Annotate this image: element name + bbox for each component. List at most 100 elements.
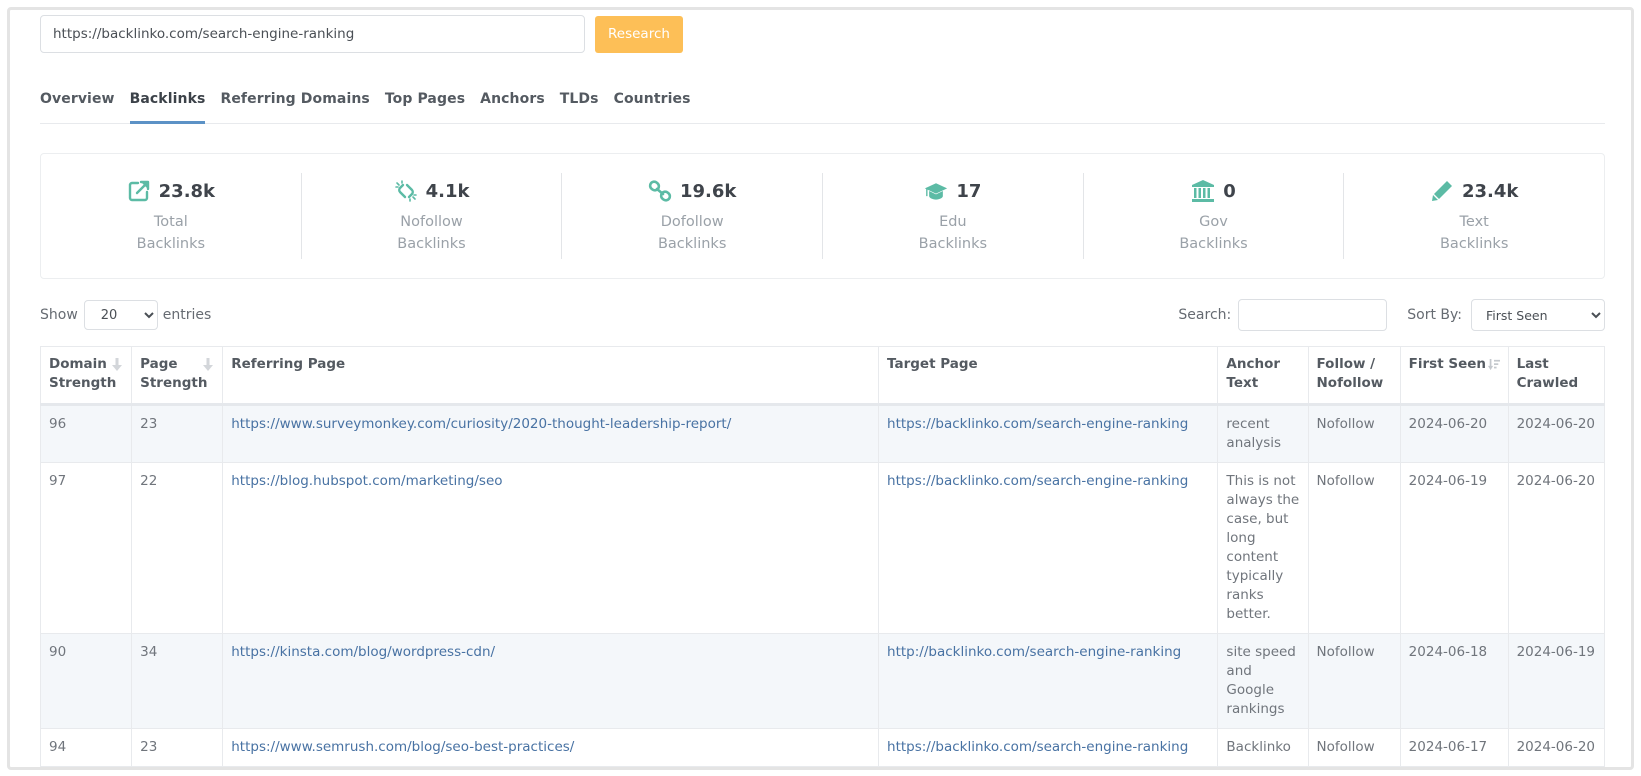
sort-descending-icon[interactable] xyxy=(1487,358,1500,372)
referring-page-link[interactable]: https://kinsta.com/blog/wordpress-cdn/ xyxy=(231,644,495,660)
first-seen-cell: 2024-06-19 xyxy=(1399,462,1509,634)
target-page-cell: https://backlinko.com/search-engine-rank… xyxy=(878,404,1219,463)
follow-cell: Nofollow xyxy=(1307,633,1401,729)
first-seen-cell: 2024-06-17 xyxy=(1399,728,1509,767)
show-label: Show xyxy=(40,307,78,323)
research-button[interactable]: Research xyxy=(595,15,683,53)
backlink-stats-card: 23.8k Total Backlinks 4.1k Nofollow Back… xyxy=(40,153,1605,279)
last-crawled-cell: 2024-06-19 xyxy=(1507,633,1606,729)
referring-page-link[interactable]: https://blog.hubspot.com/marketing/seo xyxy=(231,473,502,489)
target-page-cell: https://backlinko.com/search-engine-rank… xyxy=(878,728,1219,767)
target-page-link[interactable]: http://backlinko.com/search-engine-ranki… xyxy=(887,644,1181,660)
sort-by-select[interactable]: First Seen xyxy=(1471,299,1605,331)
backlinks-panel: Research Overview Backlinks Referring Do… xyxy=(39,14,1606,767)
last-crawled-cell: 2024-06-20 xyxy=(1507,728,1606,767)
anchor-text-cell: This is not always the case, but long co… xyxy=(1217,462,1309,634)
referring-page-cell: https://www.surveymonkey.com/curiosity/2… xyxy=(222,404,880,463)
anchor-text-cell: site speed and Google rankings xyxy=(1217,633,1309,729)
stat-label: Dofollow Backlinks xyxy=(657,214,727,252)
stat-label: Total Backlinks xyxy=(136,214,206,252)
first-seen-cell: 2024-06-20 xyxy=(1399,404,1509,463)
sort-arrow-down-icon[interactable] xyxy=(202,358,214,372)
government-building-icon xyxy=(1191,179,1215,203)
col-first-seen[interactable]: First Seen xyxy=(1399,346,1509,406)
target-page-cell: https://backlinko.com/search-engine-rank… xyxy=(878,462,1219,634)
stat-value: 19.6k xyxy=(679,180,737,202)
entries-per-page-select[interactable]: 20 xyxy=(83,300,158,330)
col-anchor-text: Anchor Text xyxy=(1217,346,1309,406)
table-search-input[interactable] xyxy=(1238,299,1388,331)
page-strength-cell: 34 xyxy=(131,633,224,729)
tab-countries[interactable]: Countries xyxy=(614,84,691,123)
broken-link-icon xyxy=(394,179,418,203)
entries-label: entries xyxy=(162,307,212,323)
anchor-text-cell: Backlinko xyxy=(1217,728,1309,767)
page-strength-cell: 23 xyxy=(131,728,224,767)
graduation-cap-icon xyxy=(924,179,948,203)
tab-top-pages[interactable]: Top Pages xyxy=(385,84,465,123)
stat-label: Nofollow Backlinks xyxy=(397,214,466,252)
domain-strength-cell: 96 xyxy=(39,404,133,463)
tab-overview[interactable]: Overview xyxy=(40,84,115,123)
referring-page-cell: https://www.semrush.com/blog/seo-best-pr… xyxy=(222,728,880,767)
stat-text-backlinks: 23.4k Text Backlinks xyxy=(1344,173,1604,259)
last-crawled-cell: 2024-06-20 xyxy=(1507,404,1606,463)
table-row: 97 22 https://blog.hubspot.com/marketing… xyxy=(39,462,1606,634)
tab-anchors[interactable]: Anchors xyxy=(480,84,545,123)
target-page-cell: http://backlinko.com/search-engine-ranki… xyxy=(878,633,1219,729)
page-strength-cell: 22 xyxy=(131,462,224,634)
domain-strength-cell: 94 xyxy=(39,728,133,767)
stat-value: 17 xyxy=(956,180,982,202)
follow-cell: Nofollow xyxy=(1307,728,1401,767)
follow-cell: Nofollow xyxy=(1307,462,1401,634)
tab-backlinks[interactable]: Backlinks xyxy=(129,84,206,124)
url-input[interactable] xyxy=(40,15,585,53)
follow-cell: Nofollow xyxy=(1307,404,1401,463)
link-icon xyxy=(648,179,672,203)
col-page-strength[interactable]: Page Strength xyxy=(131,346,224,406)
stat-value: 0 xyxy=(1223,180,1236,202)
stat-value: 23.8k xyxy=(158,180,216,202)
target-page-link[interactable]: https://backlinko.com/search-engine-rank… xyxy=(887,416,1188,432)
table-controls: Show 20 entries Search: Sort By: First S… xyxy=(40,299,1605,331)
table-row: 94 23 https://www.semrush.com/blog/seo-b… xyxy=(39,728,1606,767)
tab-tlds[interactable]: TLDs xyxy=(560,84,599,123)
stat-value: 23.4k xyxy=(1462,180,1519,202)
col-referring-page: Referring Page xyxy=(222,346,880,406)
referring-page-cell: https://kinsta.com/blog/wordpress-cdn/ xyxy=(222,633,880,729)
target-page-link[interactable]: https://backlinko.com/search-engine-rank… xyxy=(887,473,1188,489)
anchor-text-cell: recent analysis xyxy=(1217,404,1309,463)
col-follow-nofollow: Follow / Nofollow xyxy=(1307,346,1401,406)
stat-dofollow-backlinks: 19.6k Dofollow Backlinks xyxy=(562,173,824,259)
external-link-icon xyxy=(127,179,151,203)
stat-edu-backlinks: 17 Edu Backlinks xyxy=(823,173,1084,259)
search-label: Search: xyxy=(1178,307,1232,323)
sort-by-label: Sort By: xyxy=(1407,307,1462,323)
sort-arrow-down-icon[interactable] xyxy=(111,358,123,372)
table-row: 96 23 https://www.surveymonkey.com/curio… xyxy=(39,404,1606,463)
pencil-icon xyxy=(1430,179,1454,203)
tab-referring-domains[interactable]: Referring Domains xyxy=(220,84,369,123)
domain-strength-cell: 90 xyxy=(39,633,133,729)
stat-gov-backlinks: 0 Gov Backlinks xyxy=(1084,173,1345,259)
table-row: 90 34 https://kinsta.com/blog/wordpress-… xyxy=(39,633,1606,729)
referring-page-link[interactable]: https://www.surveymonkey.com/curiosity/2… xyxy=(231,416,731,432)
col-last-crawled: Last Crawled xyxy=(1507,346,1606,406)
col-domain-strength[interactable]: Domain Strength xyxy=(39,346,133,406)
first-seen-cell: 2024-06-18 xyxy=(1399,633,1509,729)
table-header-row: Domain Strength Page Strength Referring Pa… xyxy=(39,346,1606,406)
stat-label: Edu Backlinks xyxy=(918,214,988,252)
referring-page-cell: https://blog.hubspot.com/marketing/seo xyxy=(222,462,880,634)
page-strength-cell: 23 xyxy=(131,404,224,463)
stat-label: Gov Backlinks xyxy=(1179,214,1248,252)
stat-value: 4.1k xyxy=(425,180,470,202)
target-page-link[interactable]: https://backlinko.com/search-engine-rank… xyxy=(887,739,1188,755)
col-target-page: Target Page xyxy=(878,346,1219,406)
backlinks-table: Domain Strength Page Strength Referring Pa… xyxy=(39,346,1606,767)
stat-label: Text Backlinks xyxy=(1439,214,1509,252)
stat-total-backlinks: 23.8k Total Backlinks xyxy=(41,173,302,259)
url-search-bar: Research xyxy=(40,14,1605,54)
report-tabs: Overview Backlinks Referring Domains Top… xyxy=(40,84,1605,124)
referring-page-link[interactable]: https://www.semrush.com/blog/seo-best-pr… xyxy=(231,739,574,755)
last-crawled-cell: 2024-06-20 xyxy=(1507,462,1606,634)
